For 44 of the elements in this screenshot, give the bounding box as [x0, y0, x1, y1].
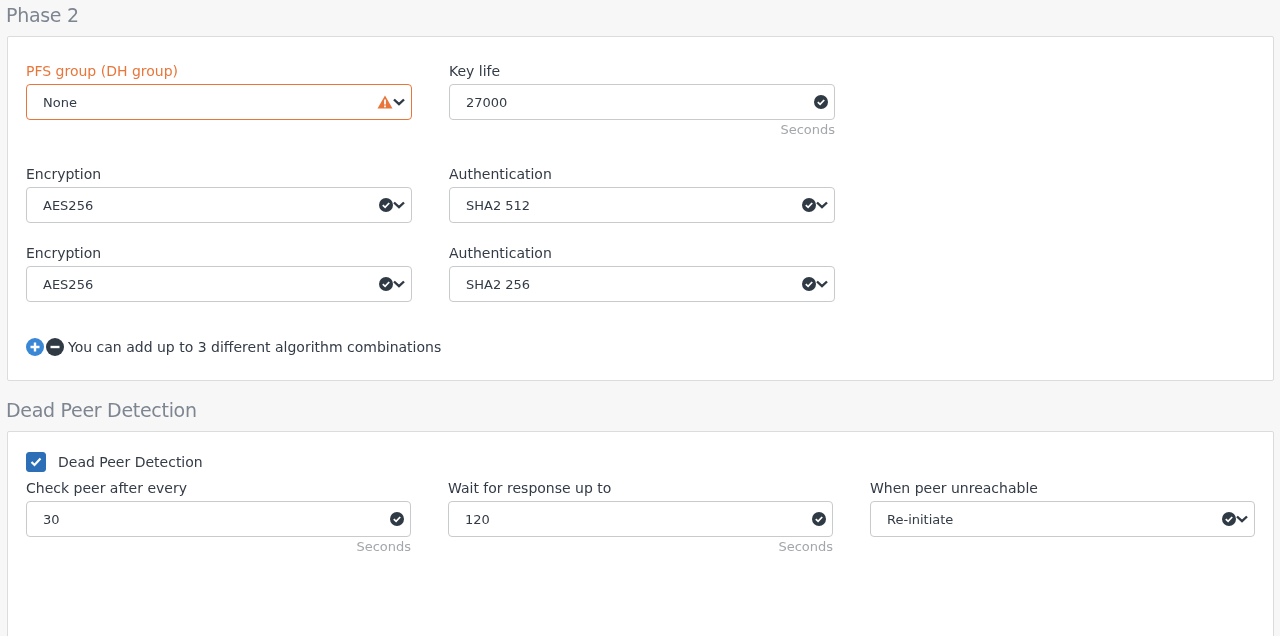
checkmark-icon [30, 457, 42, 467]
input-field[interactable]: 30 [26, 501, 411, 537]
checkbox-label: Dead Peer Detection [58, 454, 203, 470]
chevron-down-icon [1236, 515, 1248, 523]
select-dropdown[interactable]: AES256 [26, 187, 412, 223]
select-dropdown[interactable]: SHA2 256 [449, 266, 835, 302]
unit-label: Seconds [356, 539, 411, 555]
field-label: Encryption [26, 245, 103, 263]
remove-icon[interactable] [46, 338, 64, 356]
check-circle-icon [1222, 512, 1236, 526]
field-label: Check peer after every [26, 480, 188, 498]
chevron-down-icon [393, 280, 405, 288]
unit-label: Seconds [780, 122, 835, 138]
input-field[interactable]: 120 [448, 501, 833, 537]
input-field[interactable]: 27000 [449, 84, 835, 120]
select-dropdown[interactable]: Re-initiate [870, 501, 1255, 537]
field-label: Encryption [26, 166, 103, 184]
field-label: When peer unreachable [870, 480, 1039, 498]
help-text: You can add up to 3 different algorithm combinations [68, 339, 442, 355]
chevron-down-icon [816, 201, 828, 209]
check-circle-icon [812, 512, 826, 526]
field-label: PFS group (DH group) [26, 63, 180, 81]
checkbox[interactable] [26, 452, 46, 472]
add-icon[interactable] [26, 338, 44, 356]
warning-icon [377, 95, 393, 109]
unit-label: Seconds [778, 539, 833, 555]
chevron-down-icon [816, 280, 828, 288]
check-circle-icon [802, 277, 816, 291]
check-circle-icon [379, 198, 393, 212]
field-label: Authentication [449, 166, 553, 184]
section-title: Phase 2 [5, 3, 80, 28]
check-circle-icon [802, 198, 816, 212]
field-label: Wait for response up to [448, 480, 613, 498]
section-title: Dead Peer Detection [5, 398, 198, 423]
field-label: Key life [449, 63, 502, 81]
chevron-down-icon [393, 201, 405, 209]
select-dropdown[interactable]: None [26, 84, 412, 120]
check-circle-icon [390, 512, 404, 526]
field-label: Authentication [449, 245, 553, 263]
check-circle-icon [379, 277, 393, 291]
select-dropdown[interactable]: SHA2 512 [449, 187, 835, 223]
check-circle-icon [814, 95, 828, 109]
select-dropdown[interactable]: AES256 [26, 266, 412, 302]
chevron-down-icon [393, 98, 405, 106]
